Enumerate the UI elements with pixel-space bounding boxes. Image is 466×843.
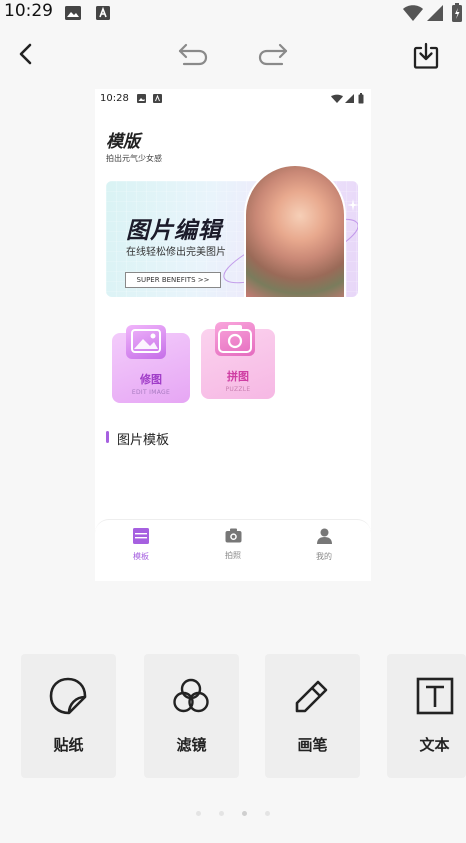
image-notification-icon bbox=[137, 94, 146, 103]
bottom-navigation: 模板 拍照 我的 bbox=[95, 519, 371, 581]
tool-label-filter: 滤镜 bbox=[176, 736, 207, 754]
preview-status-bar: 10:28 bbox=[95, 89, 371, 109]
text-icon bbox=[416, 677, 454, 715]
tool-filter[interactable]: 滤镜 bbox=[144, 654, 239, 778]
battery-icon bbox=[358, 93, 364, 104]
super-benefits-button[interactable]: SUPER BENEFITS >> bbox=[125, 272, 221, 288]
tool-label-sticker: 贴纸 bbox=[53, 736, 84, 754]
redo-button[interactable] bbox=[255, 36, 291, 72]
nav-label-profile: 我的 bbox=[316, 552, 332, 561]
banner-description: 在线轻松修出完美图片 bbox=[126, 247, 226, 258]
undo-button[interactable] bbox=[175, 36, 211, 72]
back-button[interactable] bbox=[8, 36, 44, 72]
pager-dot bbox=[196, 811, 201, 816]
undo-icon bbox=[178, 43, 208, 66]
nav-label-camera: 拍照 bbox=[225, 551, 241, 560]
nav-item-template[interactable]: 模板 bbox=[111, 528, 171, 562]
camera-icon bbox=[225, 528, 241, 543]
pager-dot bbox=[219, 811, 224, 816]
section-accent-bar bbox=[106, 431, 109, 443]
template-icon bbox=[133, 528, 149, 544]
template-preview[interactable]: 10:28 模版 拍出元气少女感 图片编辑 在线轻松修出完美图片 SUPER B… bbox=[95, 89, 371, 581]
font-notification-icon bbox=[153, 94, 162, 103]
preview-status-time: 10:28 bbox=[100, 93, 129, 104]
pager-dot-active bbox=[242, 811, 247, 816]
nav-item-camera[interactable]: 拍照 bbox=[203, 528, 263, 561]
page-title: 模版 bbox=[106, 132, 140, 152]
status-time: 10:29 bbox=[4, 1, 53, 21]
tool-sticker[interactable]: 贴纸 bbox=[21, 654, 116, 778]
page-subtitle: 拍出元气少女感 bbox=[106, 154, 162, 163]
image-icon bbox=[126, 325, 166, 359]
chevron-left-icon bbox=[19, 43, 32, 65]
puzzle-sublabel: PUZZLE bbox=[225, 386, 251, 393]
battery-icon bbox=[452, 3, 462, 22]
tool-label-brush: 画笔 bbox=[297, 736, 328, 754]
brush-icon bbox=[295, 680, 328, 713]
edit-image-label: 修图 bbox=[140, 373, 162, 386]
nav-item-profile[interactable]: 我的 bbox=[294, 528, 354, 562]
edit-image-sublabel: EDIT IMAGE bbox=[131, 389, 171, 396]
puzzle-label: 拼图 bbox=[227, 370, 249, 383]
tool-text[interactable]: 文本 bbox=[387, 654, 466, 778]
download-button[interactable] bbox=[408, 38, 444, 74]
font-notification-icon bbox=[96, 6, 110, 20]
user-icon bbox=[316, 528, 332, 544]
signal-icon bbox=[345, 94, 354, 103]
wifi-icon bbox=[331, 94, 343, 103]
puzzle-card[interactable]: 拼图 PUZZLE bbox=[201, 322, 275, 399]
image-notification-icon bbox=[65, 6, 81, 20]
tool-label-text: 文本 bbox=[419, 736, 450, 754]
status-bar: 10:29 bbox=[0, 0, 466, 26]
signal-icon bbox=[427, 5, 443, 21]
nav-label-template: 模板 bbox=[133, 552, 149, 561]
portrait-photo bbox=[244, 164, 346, 299]
sticker-icon bbox=[49, 677, 87, 715]
edit-image-card[interactable]: 修图 EDIT IMAGE bbox=[112, 325, 190, 403]
redo-icon bbox=[258, 43, 288, 66]
camera-icon bbox=[215, 322, 255, 356]
filter-icon bbox=[173, 678, 209, 713]
banner-title: 图片编辑 bbox=[126, 218, 222, 244]
section-title: 图片模板 bbox=[117, 433, 170, 448]
download-icon bbox=[413, 42, 439, 69]
wifi-icon bbox=[403, 5, 423, 21]
sparkle-icon bbox=[347, 199, 359, 211]
tool-brush[interactable]: 画笔 bbox=[265, 654, 360, 778]
pager-dot bbox=[265, 811, 270, 816]
